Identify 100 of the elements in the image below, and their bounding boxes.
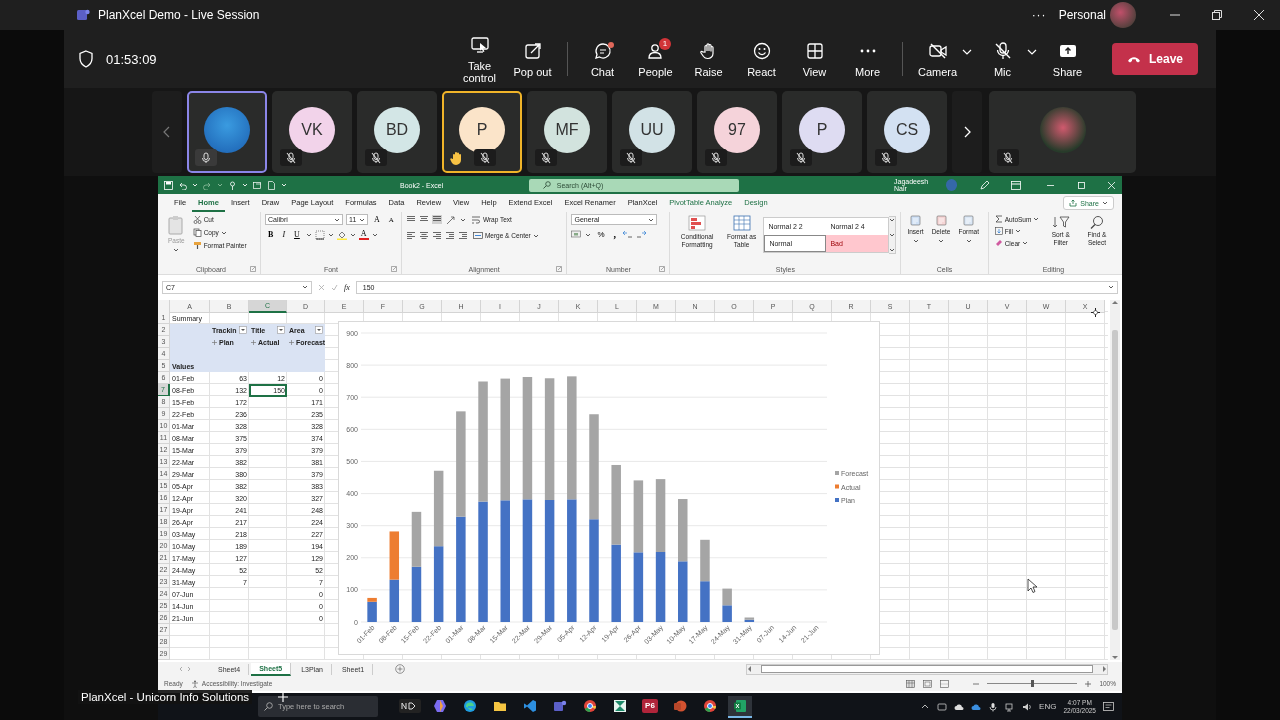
mic-button[interactable]: Mic (976, 40, 1029, 78)
undo-icon[interactable] (178, 180, 187, 190)
pop-out-icon[interactable] (522, 40, 543, 61)
fill-color-icon[interactable] (336, 229, 347, 240)
notification-icon[interactable] (1103, 701, 1114, 712)
decrease-indent-icon[interactable] (444, 231, 455, 240)
smiley-icon[interactable] (751, 40, 772, 61)
pen-icon[interactable] (980, 180, 990, 190)
pop-out-button[interactable]: Pop out (506, 40, 559, 78)
increase-font-size-button[interactable]: A (371, 215, 383, 224)
horizontal-scrollbar[interactable] (746, 663, 1108, 675)
caret-icon[interactable] (648, 216, 655, 223)
borders-icon[interactable] (314, 229, 325, 240)
more-options-button[interactable]: ··· (1031, 8, 1047, 22)
chat-icon[interactable] (592, 40, 613, 61)
italic-button[interactable]: I (279, 230, 289, 239)
chat-button[interactable]: Chat (576, 40, 629, 78)
caret-icon[interactable] (371, 231, 378, 238)
take-control-button[interactable]: Take control (453, 34, 506, 84)
video-tile[interactable] (989, 91, 1136, 173)
camera-button[interactable]: Camera (911, 40, 964, 78)
scroll-down-icon[interactable] (1112, 655, 1118, 660)
insert-function-button[interactable]: fx (344, 282, 350, 292)
gallery-scroll[interactable] (889, 216, 897, 254)
video-tile[interactable]: 97 (697, 91, 777, 173)
align-top-icon[interactable] (405, 215, 416, 224)
align-bottom-icon[interactable] (431, 215, 442, 224)
scroll-up-icon[interactable] (889, 217, 896, 223)
react-button[interactable]: React (735, 40, 788, 78)
volume-icon[interactable] (1022, 701, 1033, 712)
caret-icon[interactable] (302, 284, 308, 290)
network-icon[interactable] (1005, 701, 1016, 712)
caret-icon[interactable] (459, 216, 466, 223)
video-tile[interactable]: CS (867, 91, 947, 173)
more-button[interactable]: More (841, 40, 894, 78)
add-icon[interactable] (278, 692, 289, 702)
vertical-scrollbar[interactable] (1110, 300, 1120, 660)
caret-icon[interactable] (938, 238, 945, 244)
align-right-icon[interactable] (431, 231, 442, 240)
normal-view-icon[interactable] (906, 679, 916, 688)
font-color-button[interactable]: A (358, 229, 369, 240)
leave-button[interactable]: Leave (1112, 43, 1198, 75)
people-button[interactable]: 1 People (629, 40, 682, 78)
scroll-up-icon[interactable] (1112, 300, 1118, 305)
chevron-right-icon[interactable] (963, 126, 971, 138)
bold-button[interactable]: B (265, 230, 277, 239)
taskbar-app-button[interactable]: P6 (638, 695, 662, 718)
video-tile[interactable]: P (782, 91, 862, 173)
filter-dropdown-icon[interactable] (315, 326, 323, 334)
monitor-cursor-icon[interactable] (469, 34, 490, 55)
chevron-down-icon[interactable] (962, 48, 972, 56)
share-button[interactable]: Share (1041, 40, 1094, 78)
text-orientation-icon[interactable] (444, 214, 457, 225)
video-tile[interactable]: VK (272, 91, 352, 173)
underline-button[interactable]: U (291, 230, 303, 239)
caret-icon[interactable] (173, 247, 180, 253)
chevron-left-icon[interactable] (163, 126, 171, 138)
video-tile[interactable]: MF (527, 91, 607, 173)
filter-dropdown-icon[interactable] (277, 326, 285, 334)
page-layout-view-icon[interactable] (923, 679, 933, 688)
align-center-icon[interactable] (418, 231, 429, 240)
grid-view-icon[interactable] (804, 40, 825, 61)
caret-icon[interactable] (359, 216, 366, 223)
video-tile[interactable]: BD (357, 91, 437, 173)
raise-button[interactable]: Raise (682, 40, 735, 78)
caret-icon[interactable] (965, 238, 972, 244)
input-language[interactable]: ENG (1039, 702, 1057, 711)
align-left-icon[interactable] (405, 231, 416, 240)
video-tile[interactable]: UU (612, 91, 692, 173)
caret-icon[interactable] (532, 232, 539, 239)
scroll-left-icon[interactable] (747, 666, 752, 672)
align-middle-icon[interactable] (418, 215, 429, 224)
view-button[interactable]: View (788, 40, 841, 78)
percent-style-button[interactable]: % (594, 230, 608, 239)
ribbon-display-icon[interactable] (1010, 180, 1021, 190)
caret-icon[interactable] (1033, 216, 1040, 222)
format-cells-icon[interactable] (963, 215, 975, 226)
customize-toolbar-icon[interactable] (281, 182, 287, 188)
caret-icon[interactable] (220, 229, 227, 236)
expand-formula-bar-icon[interactable] (1108, 284, 1114, 290)
add-sheet-icon[interactable] (395, 664, 406, 674)
caret-icon[interactable] (1102, 200, 1108, 206)
account-avatar[interactable] (1110, 2, 1136, 28)
comma-style-button[interactable]: , (610, 231, 620, 238)
insert-cells-icon[interactable] (910, 215, 921, 226)
scroll-down-icon[interactable] (889, 232, 896, 238)
video-tile[interactable]: P (442, 91, 522, 173)
caret-icon[interactable] (327, 231, 334, 238)
taskbar-app-button[interactable] (728, 695, 752, 718)
page-break-view-icon[interactable] (940, 679, 950, 688)
scroll-right-icon[interactable] (1102, 666, 1107, 672)
caret-icon[interactable] (305, 231, 312, 238)
zoom-in-icon[interactable] (1085, 680, 1092, 687)
caret-icon[interactable] (585, 231, 592, 238)
save-icon[interactable] (164, 180, 173, 190)
restore-icon[interactable] (1212, 10, 1222, 20)
caret-icon[interactable] (349, 231, 356, 238)
document-icon[interactable] (267, 180, 276, 190)
filter-dropdown-icon[interactable] (239, 326, 247, 334)
chevron-down-icon[interactable] (1027, 48, 1037, 56)
